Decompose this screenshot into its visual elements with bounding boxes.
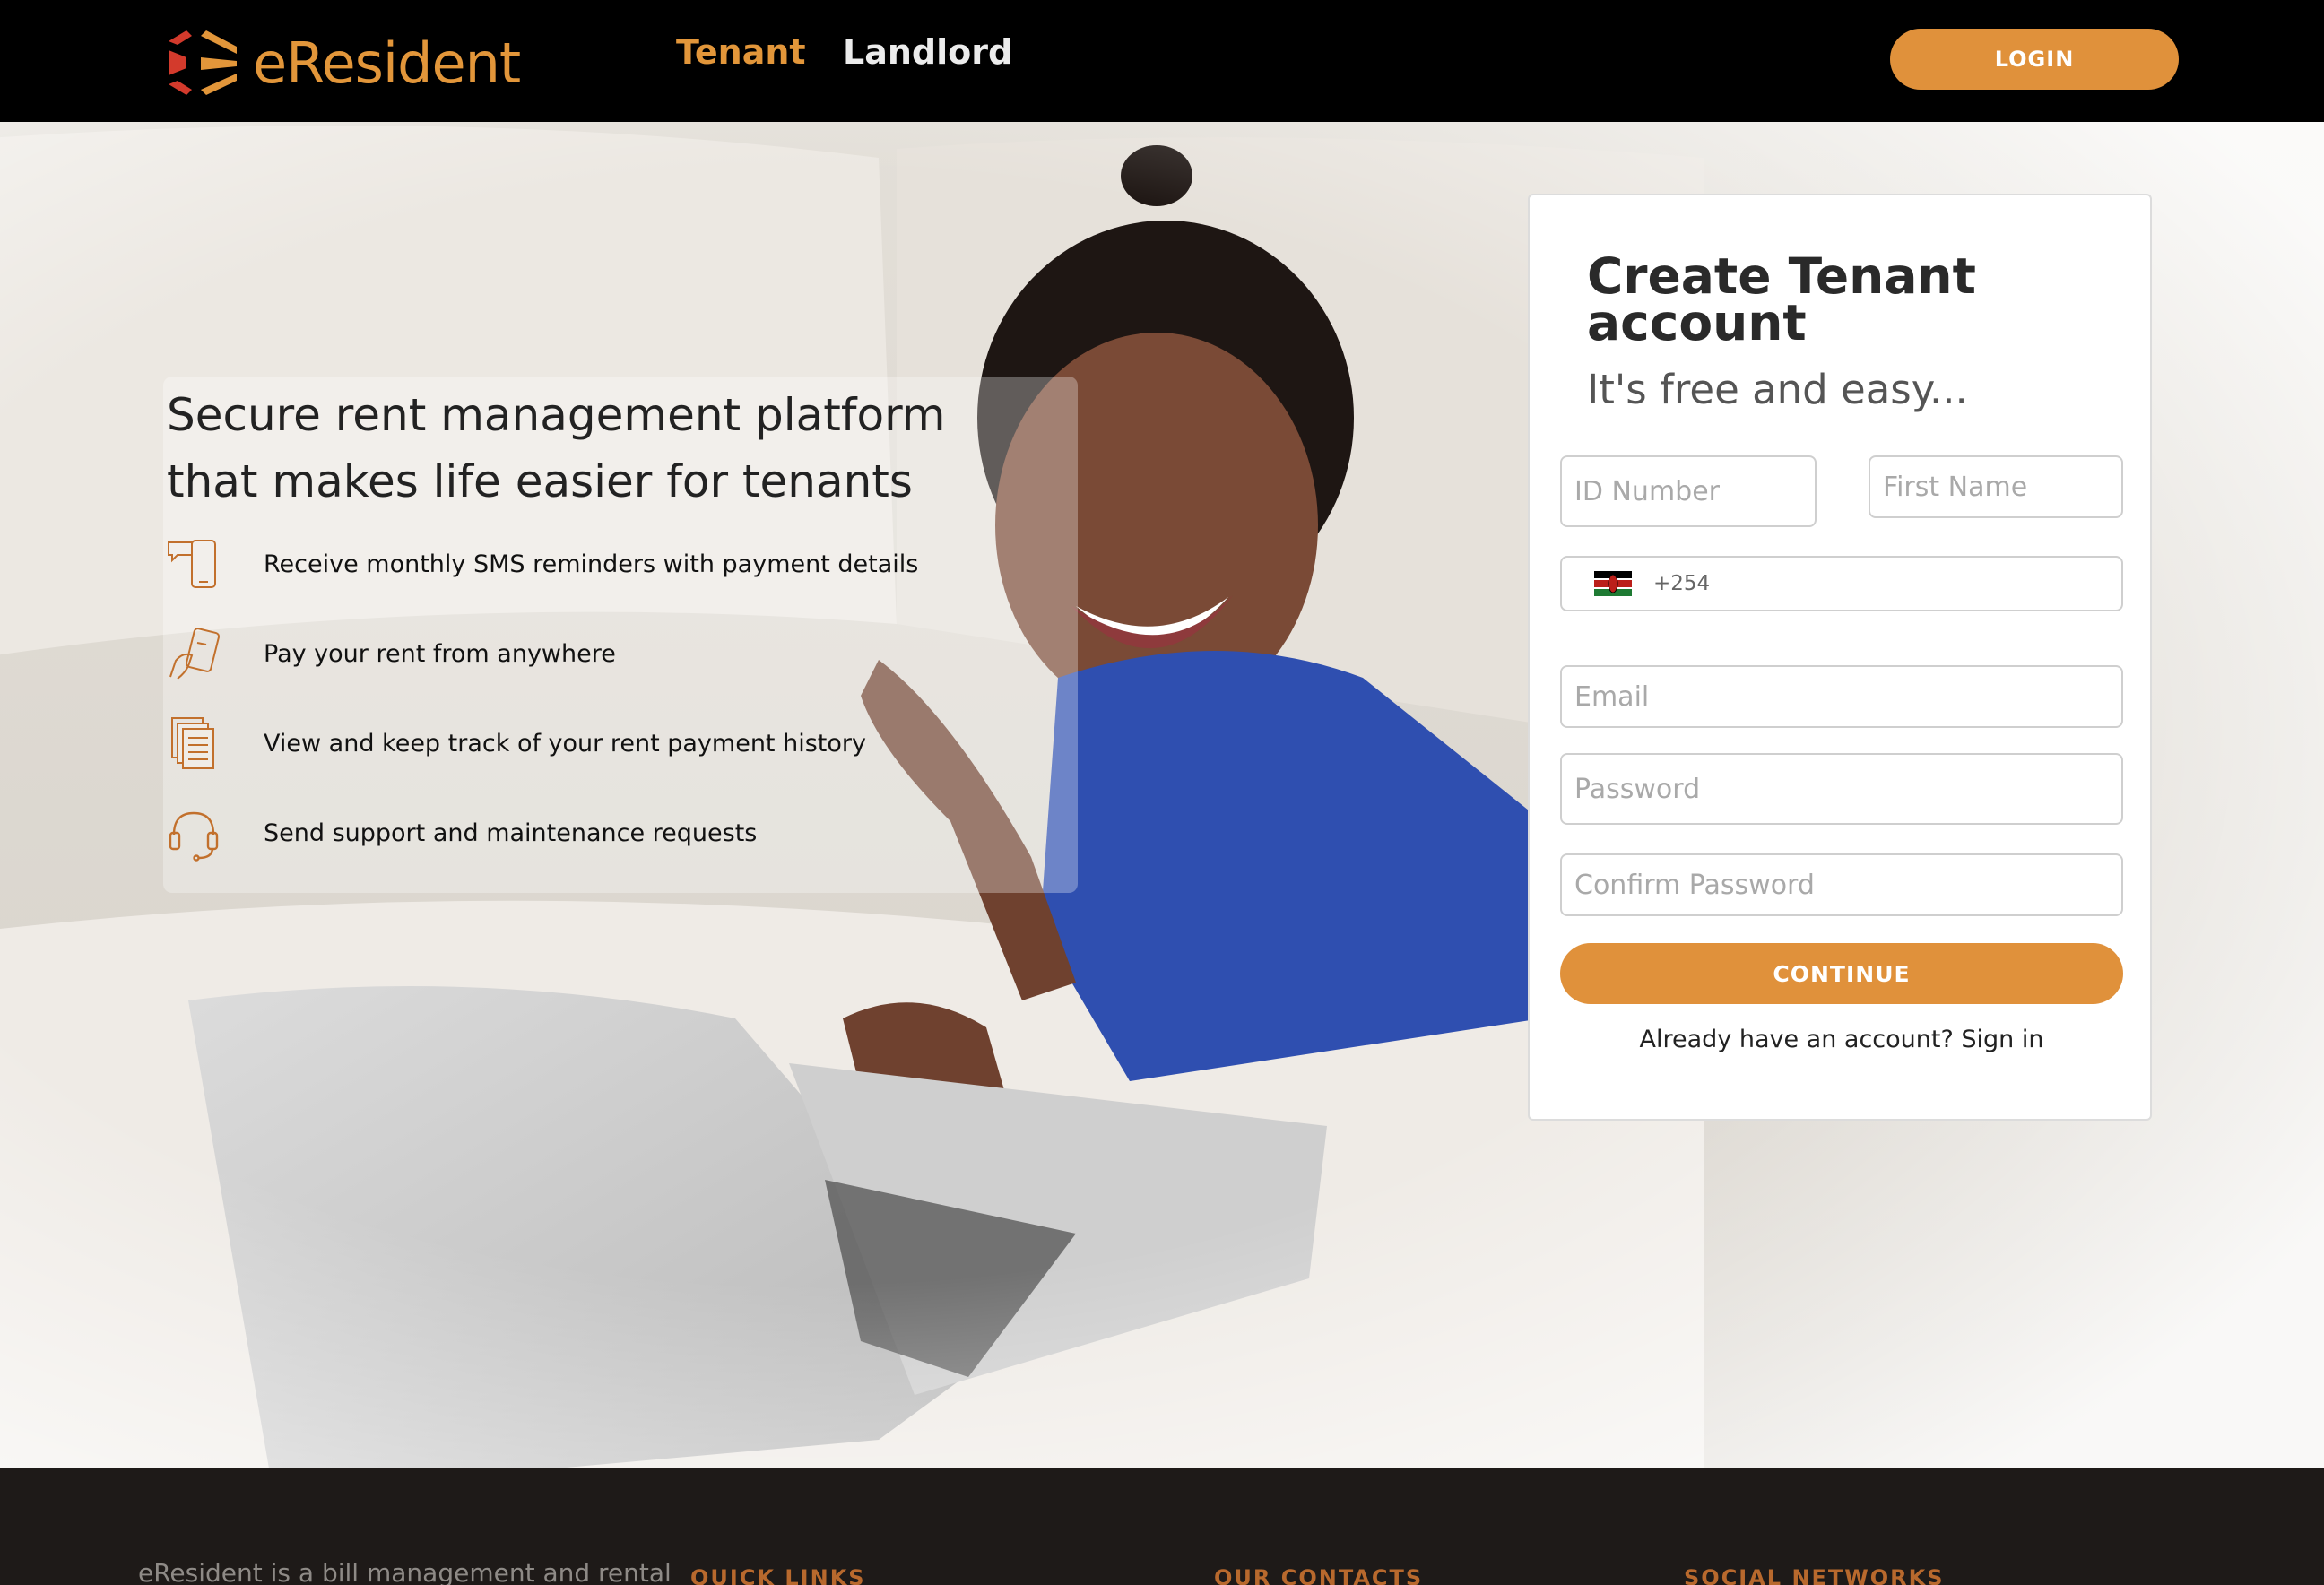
email-field[interactable] (1560, 665, 2123, 728)
signup-card: Create Tenant account It's free and easy… (1528, 194, 2152, 1121)
footer-quick-links-heading: QUICK LINKS (690, 1565, 866, 1585)
brand-name: eResident (253, 30, 521, 96)
feature-item-support: Send support and maintenance requests (165, 803, 757, 862)
signin-prompt-text: Already have an account? (1639, 1026, 1962, 1053)
feature-text: Send support and maintenance requests (264, 818, 758, 847)
feature-item-sms: Receive monthly SMS reminders with payme… (165, 534, 918, 593)
continue-button[interactable]: CONTINUE (1560, 943, 2123, 1004)
eresident-logo-icon (169, 30, 237, 95)
signin-prompt-row: Already have an account? Sign in (1530, 1026, 2154, 1053)
hero-section: Secure rent management platform that mak… (0, 122, 2324, 1468)
feature-item-history: View and keep track of your rent payment… (165, 714, 866, 773)
nav-landlord-link[interactable]: Landlord (843, 32, 1012, 72)
feature-text: Pay your rent from anywhere (264, 639, 616, 668)
brand-logo[interactable]: eResident (165, 27, 521, 99)
phone-field[interactable]: +254 (1560, 556, 2123, 611)
headset-icon (169, 811, 219, 862)
hand-pay-icon (169, 628, 221, 680)
password-field[interactable] (1560, 753, 2123, 825)
signup-title: Create Tenant account (1587, 247, 1976, 351)
footer: eResident is a bill management and renta… (0, 1468, 2324, 1585)
nav-tenant-link[interactable]: Tenant (676, 32, 806, 72)
feature-text: Receive monthly SMS reminders with payme… (264, 550, 919, 578)
footer-contacts-heading: OUR CONTACTS (1214, 1565, 1424, 1585)
confirm-password-field[interactable] (1560, 853, 2123, 916)
footer-social-heading: SOCIAL NETWORKS (1684, 1565, 1945, 1585)
kenya-flag-icon[interactable] (1594, 571, 1632, 596)
id-number-field[interactable] (1560, 455, 1817, 527)
feature-item-pay: Pay your rent from anywhere (165, 624, 616, 683)
first-name-field[interactable] (1869, 455, 2123, 518)
signin-link[interactable]: Sign in (1961, 1026, 2043, 1053)
feature-text: View and keep track of your rent payment… (264, 729, 866, 758)
sms-phone-icon (168, 540, 216, 588)
phone-country-code: +254 (1653, 572, 1711, 595)
login-button[interactable]: LOGIN (1890, 29, 2179, 90)
top-navbar: eResident Tenant Landlord LOGIN (0, 0, 2324, 122)
signup-subtitle: It's free and easy... (1587, 366, 1968, 413)
documents-icon (171, 717, 214, 769)
footer-about-text: eResident is a bill management and renta… (138, 1558, 672, 1585)
hero-headline: Secure rent management platform that mak… (167, 389, 946, 507)
